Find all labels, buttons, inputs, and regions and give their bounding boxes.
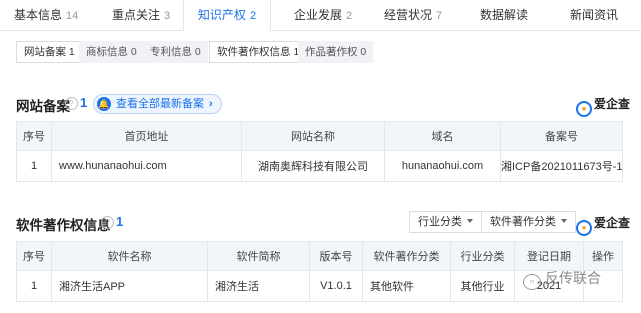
chip-works-copyright[interactable]: 作品著作权 0 (298, 41, 374, 63)
dropdown-label: 行业分类 (418, 216, 462, 228)
top-tab-bar: 基本信息 14 重点关注 3 知识产权 2 企业发展 2 经营状况 7 数据解读 新闻资讯 (0, 0, 641, 31)
header-cell: 软件简称 (207, 241, 310, 271)
header-cell: 序号 (16, 241, 52, 271)
tab-count: 2 (249, 10, 257, 22)
aiqicha-logo-icon: ● (576, 101, 592, 117)
tab-news[interactable]: 新闻资讯 (570, 0, 618, 30)
tab-data-insights[interactable]: 数据解读 (480, 0, 528, 30)
domain: hunanaohui.com (384, 150, 501, 182)
header-cell: 软件著作分类 (362, 241, 451, 271)
tab-label: 企业发展 (294, 8, 343, 22)
header-cell: 软件名称 (51, 241, 208, 271)
tab-label: 新闻资讯 (570, 8, 619, 22)
software-name: 湘济生活APP (51, 270, 208, 302)
table-header-row: 序号 软件名称 软件简称 版本号 软件著作分类 行业分类 登记日期 操作 (16, 241, 623, 271)
caret-down-icon (561, 219, 567, 223)
software-copyright-title: 软件著作权信息 (16, 218, 111, 233)
header-cell: 版本号 (309, 241, 363, 271)
website-filing-count: 1 (80, 95, 88, 110)
industry-category: 其他行业 (450, 270, 515, 302)
website-filing-title: 网站备案 (16, 99, 70, 114)
see-all-latest-filings-button[interactable]: 🔔 查看全部最新备案 › (93, 94, 222, 114)
header-cell: 首页地址 (51, 121, 242, 151)
watermark: ○ 反传联合 (523, 268, 601, 290)
tab-label: 数据解读 (480, 8, 529, 22)
question-circle-icon[interactable]: ? (65, 97, 78, 110)
tab-label: 知识产权 (197, 8, 246, 22)
see-all-label: 查看全部最新备案 (116, 98, 204, 110)
row-index: 1 (16, 270, 52, 302)
filing-number: 湘ICP备2021011673号-1 (500, 150, 623, 182)
software-short-name: 湘济生活 (207, 270, 310, 302)
tab-key-focus[interactable]: 重点关注 3 (112, 0, 170, 30)
software-copyright-count: 1 (116, 214, 124, 229)
watermark-text: 反传联合 (545, 270, 601, 286)
website-name: 湖南奥辉科技有限公司 (241, 150, 385, 182)
software-type-filter-dropdown[interactable]: 软件著作分类 (481, 211, 576, 233)
table-header-row: 序号 首页地址 网站名称 域名 备案号 (16, 121, 623, 151)
homepage-url[interactable]: www.hunanaohui.com (51, 150, 242, 182)
chip-patent[interactable]: 专利信息 0 (143, 41, 208, 63)
header-cell: 网站名称 (241, 121, 385, 151)
version-number: V1.0.1 (309, 270, 363, 302)
table-row: 1 www.hunanaohui.com 湖南奥辉科技有限公司 hunanaoh… (16, 150, 623, 182)
chevron-right-icon: › (209, 98, 213, 110)
tab-count: 7 (436, 10, 443, 22)
aiqicha-brand-link[interactable]: ● 爱企查 (576, 214, 630, 236)
header-cell: 序号 (16, 121, 52, 151)
industry-filter-dropdown[interactable]: 行业分类 (409, 211, 482, 233)
header-cell: 登记日期 (514, 241, 584, 271)
aiqicha-brand-link[interactable]: ● 爱企查 (576, 95, 630, 117)
chip-website-filing[interactable]: 网站备案 1 (16, 41, 83, 63)
brand-label: 爱企查 (594, 97, 631, 111)
row-index: 1 (16, 150, 52, 182)
tab-count: 14 (66, 10, 79, 22)
software-category: 其他软件 (362, 270, 451, 302)
tab-label: 重点关注 (112, 8, 161, 22)
wechat-icon: ○ (523, 274, 541, 290)
tab-label: 基本信息 (14, 8, 63, 22)
tab-count: 3 (164, 10, 171, 22)
question-circle-icon[interactable]: ? (101, 216, 114, 229)
header-cell: 操作 (583, 241, 623, 271)
website-filing-table: 序号 首页地址 网站名称 域名 备案号 1 www.hunanaohui.com… (16, 121, 623, 182)
tab-enterprise-development[interactable]: 企业发展 2 (294, 0, 352, 30)
header-cell: 备案号 (500, 121, 623, 151)
header-cell: 域名 (384, 121, 501, 151)
tab-count: 2 (346, 10, 353, 22)
bell-icon: 🔔 (97, 97, 111, 111)
tab-basic-info[interactable]: 基本信息 14 (14, 0, 78, 30)
tab-business-status[interactable]: 经营状况 7 (384, 0, 442, 30)
header-cell: 行业分类 (450, 241, 515, 271)
aiqicha-logo-icon: ● (576, 220, 592, 236)
brand-label: 爱企查 (594, 216, 631, 230)
chip-software-copyright[interactable]: 软件著作权信息 1 (209, 41, 308, 63)
caret-down-icon (467, 219, 473, 223)
dropdown-label: 软件著作分类 (490, 216, 556, 228)
tab-intellectual-property[interactable]: 知识产权 2 (183, 0, 271, 31)
tab-label: 经营状况 (384, 8, 433, 22)
chip-trademark[interactable]: 商标信息 0 (79, 41, 144, 63)
